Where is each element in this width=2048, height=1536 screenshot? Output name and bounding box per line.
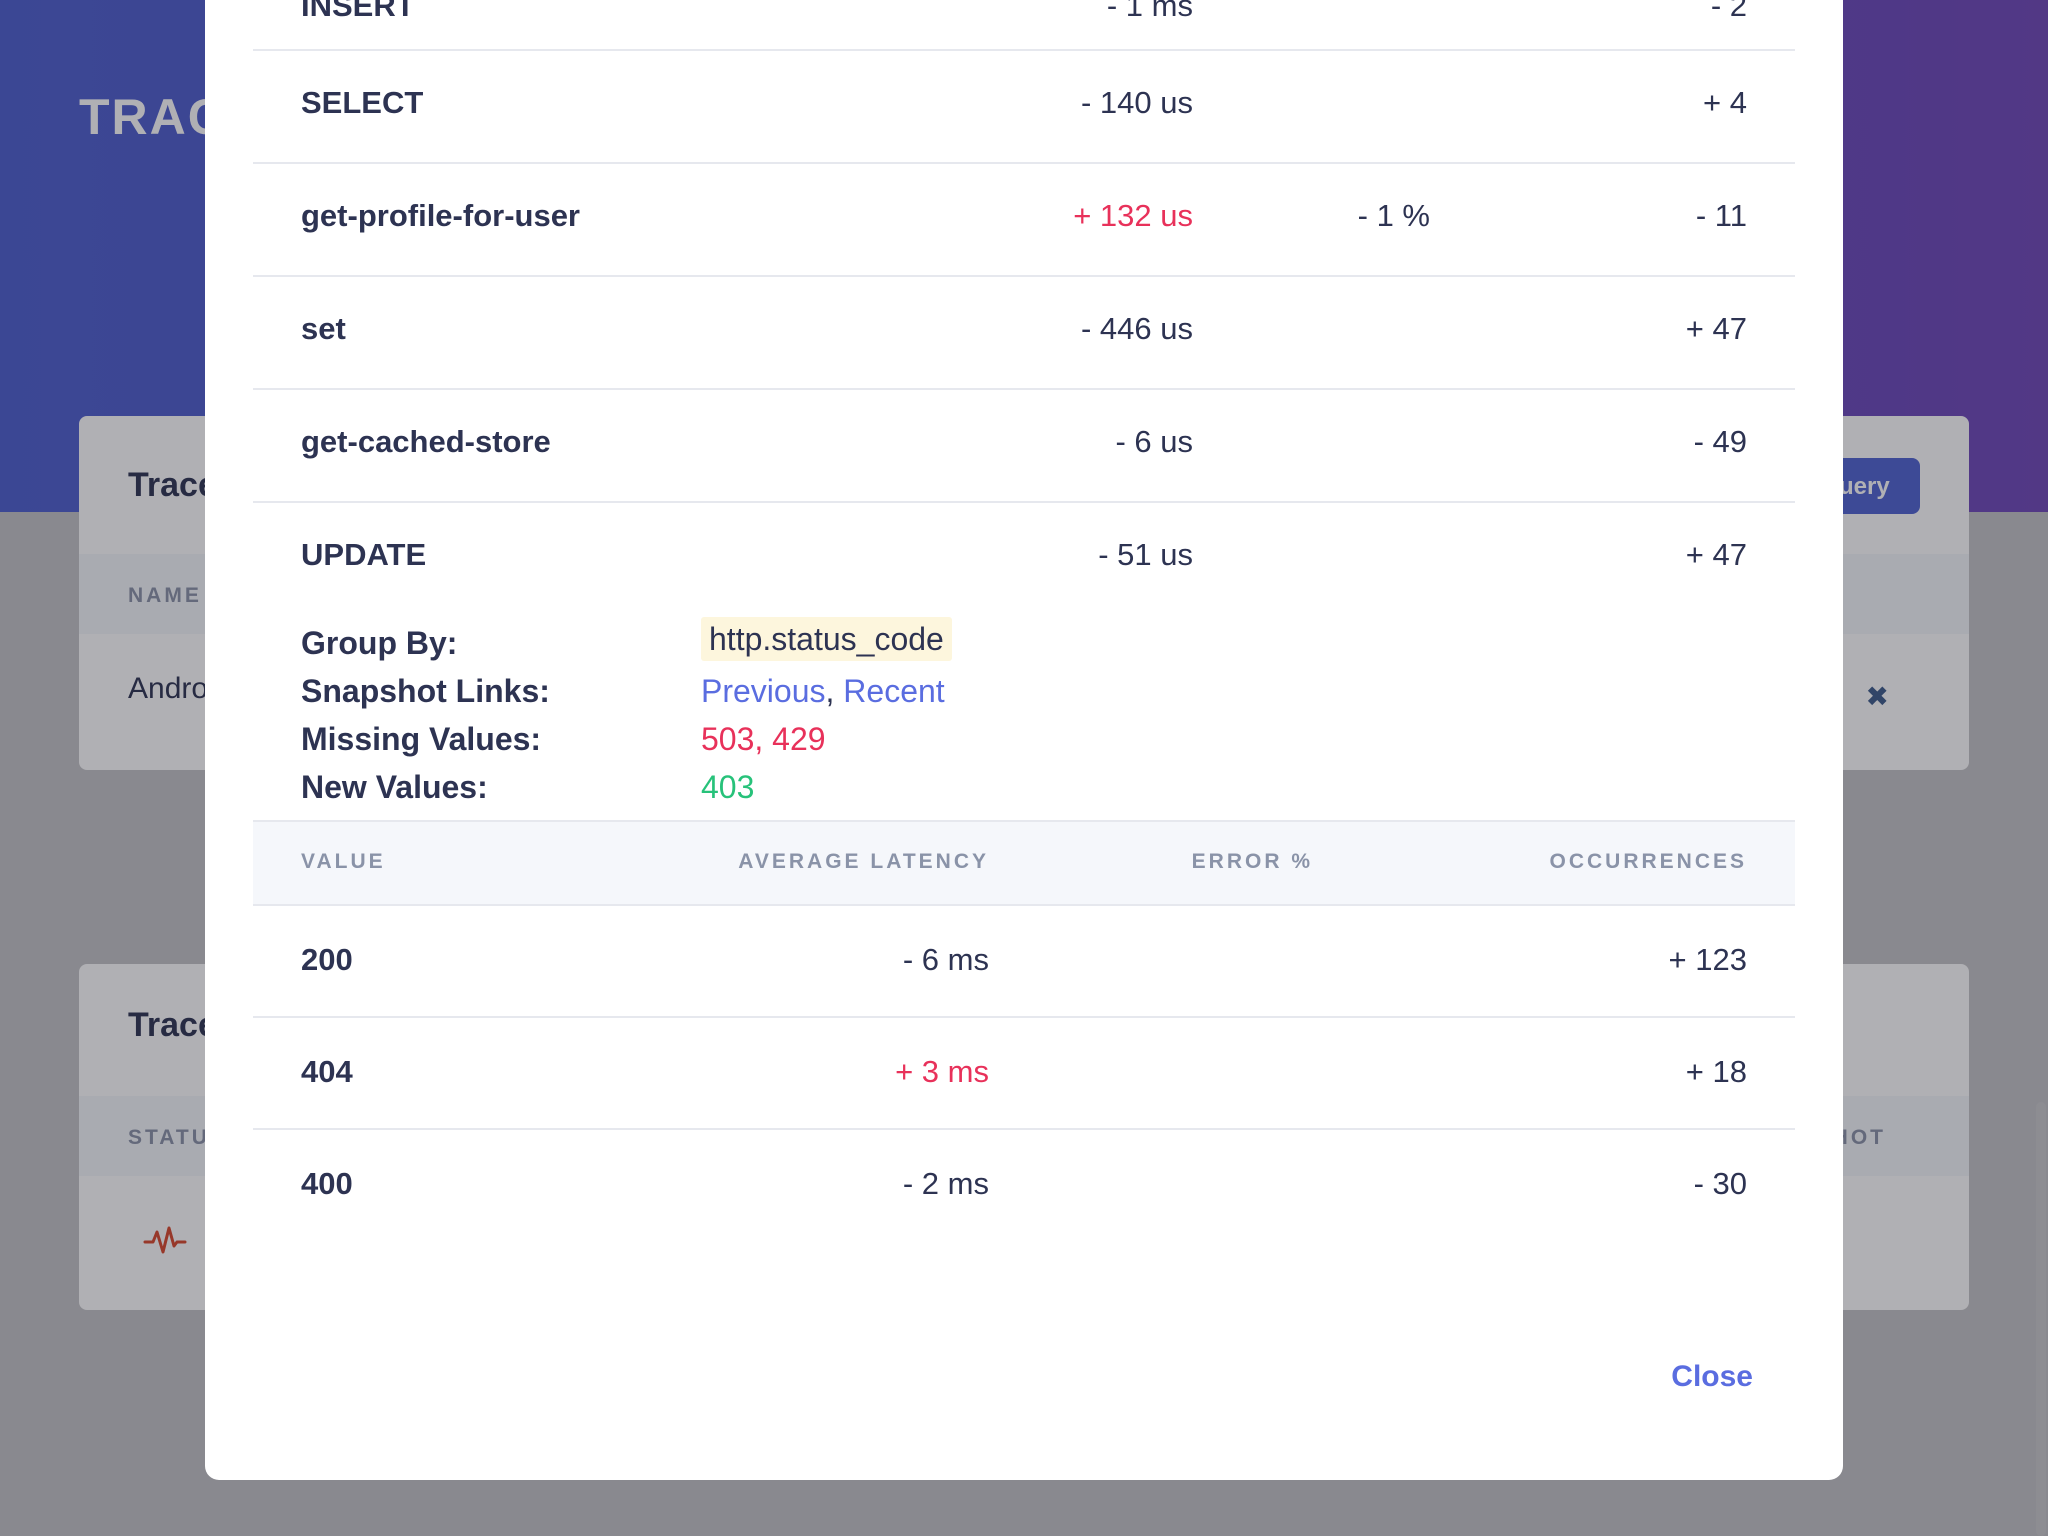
missing-values: 503, 429 bbox=[701, 721, 826, 757]
new-values: 403 bbox=[701, 769, 755, 805]
table-row: 400 - 2 ms - 30 bbox=[253, 1128, 1795, 1240]
missing-values-label: Missing Values: bbox=[301, 721, 542, 757]
column-header-error: ERROR % bbox=[1191, 850, 1313, 873]
snapshot-links-label: Snapshot Links: bbox=[301, 673, 550, 709]
column-header-value: VALUE bbox=[301, 850, 386, 873]
operation-name: INSERT bbox=[301, 0, 415, 23]
close-button[interactable]: Close bbox=[1671, 1360, 1753, 1394]
recent-snapshot-link[interactable]: Recent bbox=[843, 673, 944, 709]
column-header-average-latency: AVERAGE LATENCY bbox=[738, 850, 989, 873]
latency-delta: + 3 ms bbox=[895, 1054, 989, 1089]
operation-name: UPDATE bbox=[301, 537, 427, 572]
group-by-value: http.status_code bbox=[701, 617, 952, 661]
table-row: INSERT - 1 ms - 2 bbox=[253, 0, 1795, 51]
value-table-header: VALUE AVERAGE LATENCY ERROR % OCCURRENCE… bbox=[253, 820, 1795, 906]
occurrences-delta: + 123 bbox=[1668, 942, 1747, 977]
group-by-chip: http.status_code bbox=[701, 617, 952, 661]
occurrences-delta: - 30 bbox=[1693, 1166, 1747, 1201]
latency-delta: + 132 us bbox=[1073, 198, 1193, 233]
snapshot-diff-modal: INSERT - 1 ms - 2 SELECT - 140 us + 4 ge… bbox=[205, 0, 1843, 1480]
status-value: 200 bbox=[301, 942, 353, 977]
latency-delta: - 2 ms bbox=[902, 1166, 989, 1201]
group-by-label: Group By: bbox=[301, 625, 458, 661]
snapshot-links: Previous, Recent bbox=[701, 673, 945, 710]
error-delta: - 1 % bbox=[1357, 198, 1430, 233]
occurrences-delta: + 18 bbox=[1685, 1054, 1747, 1089]
status-value: 404 bbox=[301, 1054, 353, 1089]
latency-delta: - 446 us bbox=[1080, 311, 1193, 346]
operation-name: set bbox=[301, 311, 346, 346]
new-values-label: New Values: bbox=[301, 769, 488, 805]
previous-snapshot-link[interactable]: Previous bbox=[701, 673, 826, 709]
table-row: 404 + 3 ms + 18 bbox=[253, 1016, 1795, 1130]
occurrences-delta: + 47 bbox=[1685, 311, 1747, 346]
table-row: 200 - 6 ms + 123 bbox=[253, 904, 1795, 1018]
link-separator: , bbox=[825, 673, 835, 709]
latency-delta: - 140 us bbox=[1080, 85, 1193, 120]
page-scrollbar-thumb[interactable] bbox=[2036, 1102, 2046, 1536]
latency-delta: - 6 ms bbox=[902, 942, 989, 977]
table-row: UPDATE - 51 us + 47 bbox=[253, 501, 1795, 614]
table-row: SELECT - 140 us + 4 bbox=[253, 49, 1795, 164]
column-header-occurrences: OCCURRENCES bbox=[1549, 850, 1747, 873]
latency-delta: - 6 us bbox=[1115, 424, 1193, 459]
table-row: get-profile-for-user + 132 us - 1 % - 11 bbox=[253, 162, 1795, 277]
operation-name: get-profile-for-user bbox=[301, 198, 580, 233]
operation-name: get-cached-store bbox=[301, 424, 551, 459]
table-row: get-cached-store - 6 us - 49 bbox=[253, 388, 1795, 503]
occurrences-delta: + 4 bbox=[1703, 85, 1747, 120]
modal-body: INSERT - 1 ms - 2 SELECT - 140 us + 4 ge… bbox=[253, 0, 1795, 1480]
occurrences-delta: - 49 bbox=[1693, 424, 1747, 459]
latency-delta: - 51 us bbox=[1098, 537, 1193, 572]
occurrences-delta: - 11 bbox=[1695, 198, 1747, 233]
operation-name: SELECT bbox=[301, 85, 424, 120]
occurrences-delta: - 2 bbox=[1710, 0, 1747, 23]
table-row: set - 446 us + 47 bbox=[253, 275, 1795, 390]
status-value: 400 bbox=[301, 1166, 353, 1201]
latency-delta: - 1 ms bbox=[1106, 0, 1193, 23]
occurrences-delta: + 47 bbox=[1685, 537, 1747, 572]
